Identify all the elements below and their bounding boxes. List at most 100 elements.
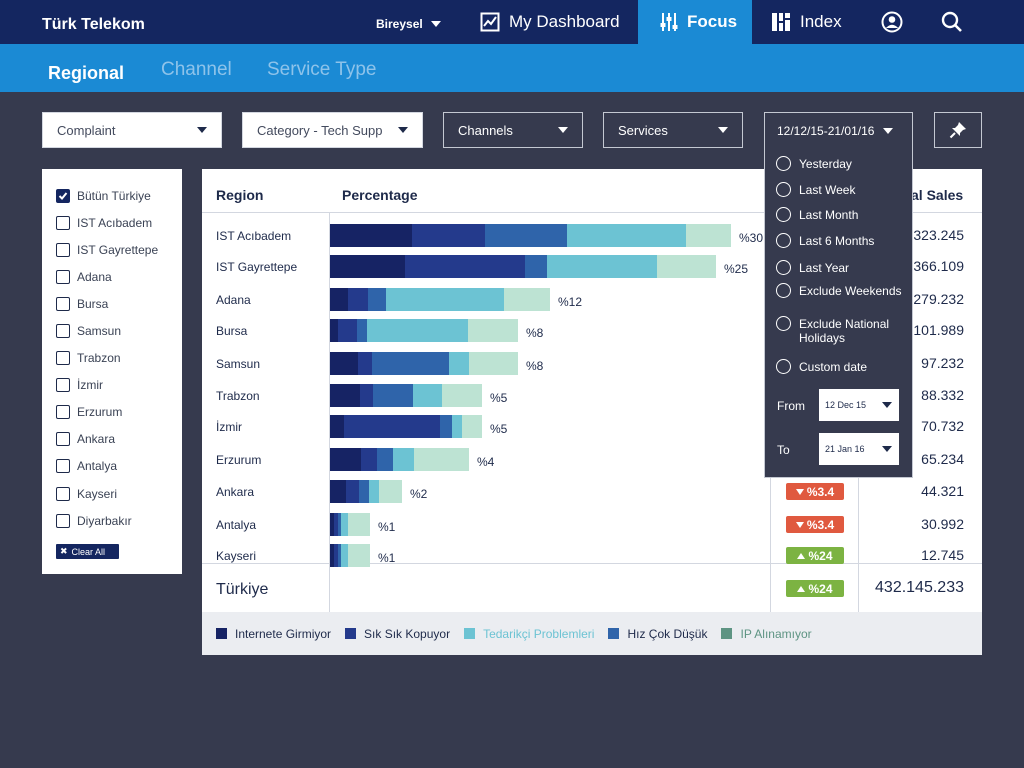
legend-item[interactable]: Sık Sık Kopuyor	[345, 627, 450, 641]
region-checkbox-item[interactable]: Samsun	[56, 317, 168, 344]
category-dropdown-label: Category - Tech Supp	[257, 122, 383, 138]
change-badge: %24	[786, 547, 844, 564]
date-option[interactable]: Last 6 Months	[776, 233, 874, 248]
bar-segment	[348, 288, 368, 311]
stacked-bar[interactable]	[330, 480, 402, 503]
checkbox[interactable]	[56, 188, 70, 203]
chevron-down-icon	[882, 446, 892, 452]
region-checkbox-item[interactable]: Antalya	[56, 453, 168, 480]
checkbox[interactable]	[56, 269, 70, 284]
bar-segment	[330, 319, 338, 342]
legend-item[interactable]: Tedarikçi Problemleri	[464, 627, 594, 641]
stacked-bar[interactable]	[330, 544, 370, 567]
checkbox[interactable]	[56, 351, 70, 366]
row-region-name: Adana	[216, 293, 251, 307]
date-from-select[interactable]: 12 Dec 15	[819, 389, 899, 421]
checkbox[interactable]	[56, 432, 70, 447]
region-filter-list: Bütün Türkiye IST Acıbadem IST Gayrettepe A…	[42, 169, 182, 574]
radio-button[interactable]	[776, 283, 791, 298]
stacked-bar[interactable]	[330, 352, 518, 375]
stacked-bar[interactable]	[330, 224, 731, 247]
tab-regional[interactable]: Regional	[48, 63, 124, 84]
date-option[interactable]: Yesterday	[776, 156, 852, 171]
date-to-value: 21 Jan 16	[825, 444, 865, 454]
complaint-dropdown[interactable]: Complaint	[42, 112, 222, 148]
tab-service-type[interactable]: Service Type	[267, 59, 376, 81]
bar-segment	[485, 224, 567, 247]
radio-button[interactable]	[776, 359, 791, 374]
checkbox[interactable]	[56, 405, 70, 420]
pin-button[interactable]	[934, 112, 982, 148]
checkbox[interactable]	[56, 513, 70, 528]
category-dropdown[interactable]: Category - Tech Supp	[242, 112, 423, 148]
date-to-select[interactable]: 21 Jan 16	[819, 433, 899, 465]
chevron-down-icon	[197, 127, 207, 133]
region-checkbox-item[interactable]: İzmir	[56, 372, 168, 399]
date-range-header[interactable]: 12/12/15-21/01/16	[777, 124, 894, 138]
legend-item[interactable]: Internete Girmiyor	[216, 627, 331, 641]
stacked-bar[interactable]	[330, 448, 469, 471]
row-sales-value: 12.745	[921, 547, 964, 563]
checkbox[interactable]	[56, 296, 70, 311]
radio-button[interactable]	[776, 182, 791, 197]
stacked-bar[interactable]	[330, 255, 716, 278]
date-option[interactable]: Last Year	[776, 260, 849, 275]
clear-all-button[interactable]: ✖ Clear All	[56, 544, 119, 559]
checkbox[interactable]	[56, 242, 70, 257]
legend-item[interactable]: IP Alınamıyor	[721, 627, 812, 641]
row-sales-value: 88.332	[921, 387, 964, 403]
date-option[interactable]: Last Week	[776, 182, 855, 197]
radio-button[interactable]	[776, 260, 791, 275]
checkbox[interactable]	[56, 486, 70, 501]
segment-dropdown[interactable]: Bireysel	[376, 17, 441, 31]
row-region-name: Kayseri	[216, 549, 257, 563]
radio-button[interactable]	[776, 316, 791, 331]
user-account-button[interactable]	[881, 0, 903, 44]
tab-channel[interactable]: Channel	[161, 59, 232, 81]
region-checkbox-item[interactable]: IST Gayrettepe	[56, 236, 168, 263]
region-checkbox-item[interactable]: Diyarbakır	[56, 507, 168, 534]
row-sales-value: 65.234	[921, 451, 964, 467]
checkbox[interactable]	[56, 459, 70, 474]
nav-my-dashboard[interactable]: My Dashboard	[480, 0, 620, 44]
radio-button[interactable]	[776, 156, 791, 171]
bar-segment	[368, 288, 386, 311]
nav-focus[interactable]: Focus	[638, 0, 752, 44]
date-option[interactable]: Custom date	[776, 359, 867, 374]
stacked-bar[interactable]	[330, 384, 482, 407]
checkbox[interactable]	[56, 324, 70, 339]
date-option[interactable]: Exclude Weekends	[776, 283, 902, 298]
bar-segment	[330, 288, 348, 311]
date-option[interactable]: Exclude National Holidays	[776, 316, 909, 345]
radio-button[interactable]	[776, 207, 791, 222]
date-option-label: Exclude National Holidays	[799, 317, 890, 345]
stacked-bar[interactable]	[330, 513, 370, 536]
row-region-name: Bursa	[216, 324, 248, 338]
region-checkbox-item[interactable]: Kayseri	[56, 480, 168, 507]
region-checkbox-label: Bursa	[77, 296, 109, 311]
region-checkbox-label: Erzurum	[77, 405, 123, 420]
stacked-bar[interactable]	[330, 415, 482, 438]
region-checkbox-item[interactable]: IST Acıbadem	[56, 209, 168, 236]
date-range-dropdown[interactable]: 12/12/15-21/01/16 From 12 Dec 15 To 21 J…	[764, 112, 913, 478]
radio-button[interactable]	[776, 233, 791, 248]
search-button[interactable]	[941, 0, 963, 44]
services-dropdown[interactable]: Services	[603, 112, 743, 148]
stacked-bar[interactable]	[330, 319, 518, 342]
row-region-name: Trabzon	[216, 389, 260, 403]
region-checkbox-item[interactable]: Erzurum	[56, 399, 168, 426]
bar-segment	[414, 448, 469, 471]
region-checkbox-item[interactable]: Bursa	[56, 290, 168, 317]
checkbox[interactable]	[56, 215, 70, 230]
top-nav-bar: Türk Telekom Bireysel My Dashboard Focus…	[0, 0, 1024, 44]
stacked-bar[interactable]	[330, 288, 550, 311]
date-option[interactable]: Last Month	[776, 207, 858, 222]
nav-index[interactable]: Index	[771, 0, 842, 44]
region-checkbox-item[interactable]: Ankara	[56, 426, 168, 453]
channels-dropdown[interactable]: Channels	[443, 112, 583, 148]
region-checkbox-item[interactable]: Adana	[56, 263, 168, 290]
region-checkbox-item[interactable]: Trabzon	[56, 345, 168, 372]
checkbox[interactable]	[56, 378, 70, 393]
region-checkbox-item[interactable]: Bütün Türkiye	[56, 182, 168, 209]
legend-item[interactable]: Hız Çok Düşük	[608, 627, 707, 641]
